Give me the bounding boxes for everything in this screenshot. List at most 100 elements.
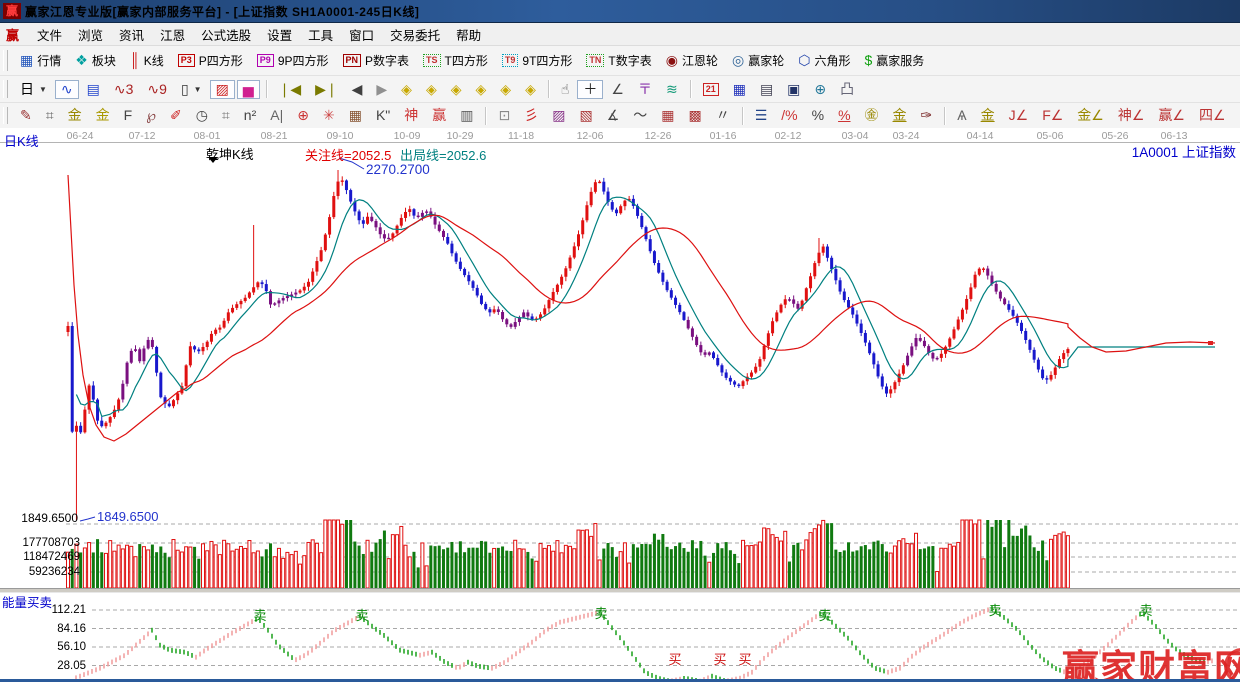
gantt-tool[interactable]: ☰ [749, 106, 774, 125]
gold-fence2-tool[interactable]: 金 [90, 106, 116, 125]
red-brush-tool[interactable]: ✐ [164, 106, 188, 125]
menu-item-6[interactable]: 设置 [259, 23, 300, 46]
gold-strike-tool[interactable]: 金 [975, 106, 1001, 125]
fence2-tool[interactable]: ⌗ [216, 106, 236, 125]
clock-tool[interactable]: ◷ [190, 106, 214, 125]
menu-item-8[interactable]: 窗口 [341, 23, 382, 46]
shen-fence-tool[interactable]: 神 [398, 106, 424, 125]
wave-chart-button[interactable]: ∿ [55, 80, 79, 99]
calculator-button[interactable]: ▦ [727, 80, 752, 99]
menu-item-10[interactable]: 帮助 [448, 23, 489, 46]
k-quote-tool[interactable]: K" [370, 106, 396, 125]
grid-box-tool[interactable]: ▦ [343, 106, 368, 125]
info-doc-button[interactable]: ▤ [81, 80, 106, 99]
candle-style-button[interactable]: ▯▼ [175, 80, 208, 99]
ninet-square-button[interactable]: T99T四方形 [496, 50, 579, 71]
zigzag-box-button[interactable]: ▨ [210, 80, 235, 99]
box-select-tool[interactable]: ⊡ [492, 106, 516, 125]
hexagon-button[interactable]: ⬡六角形 [792, 50, 856, 71]
j-angle-tool[interactable]: J∠ [1003, 106, 1035, 125]
angle-fan-tool[interactable]: ∡ [601, 106, 626, 125]
menu-item-7[interactable]: 工具 [300, 23, 341, 46]
menu-item-5[interactable]: 公式选股 [193, 23, 259, 46]
diamond-h-button[interactable]: ◈ [445, 80, 468, 99]
pct-tool[interactable]: % [806, 106, 830, 125]
angle-line-button[interactable]: ∠ [605, 80, 630, 99]
next-bar-button[interactable]: ▶ [370, 80, 393, 99]
t-number-button[interactable]: TNT数字表 [580, 50, 657, 71]
ruler-tool[interactable]: ▥ [454, 106, 479, 125]
chart-canvas[interactable]: 卖卖卖卖卖卖买买买 [0, 128, 1240, 682]
print-button[interactable]: 凸 [834, 80, 860, 99]
calendar-button[interactable]: 21 [697, 81, 725, 98]
ninep-square-button[interactable]: P99P四方形 [251, 50, 335, 71]
grid1-tool[interactable]: ▦ [655, 106, 680, 125]
indicator-title[interactable]: 能量买卖 [2, 592, 52, 611]
diamond-all-button[interactable]: ◈ [519, 80, 542, 99]
wave9-button[interactable]: ∿9 [141, 80, 173, 99]
menu-app-icon[interactable]: 赢 [6, 25, 19, 44]
grid2-tool[interactable]: ▩ [682, 106, 707, 125]
p-number-button[interactable]: PNP数字表 [337, 50, 416, 71]
pane-separator[interactable] [0, 588, 1240, 593]
histogram-button[interactable]: ▅ [237, 80, 260, 99]
n-squared-tool[interactable]: n² [238, 106, 262, 125]
first-bar-button[interactable]: ❘◀ [273, 80, 308, 99]
web-save-button[interactable]: ⊕ [808, 80, 832, 99]
winner-service-button[interactable]: $赢家服务 [858, 50, 930, 71]
win-box-tool[interactable]: 赢 [426, 106, 452, 125]
pen-tool[interactable]: ✎ [14, 106, 38, 125]
menu-item-9[interactable]: 交易委托 [382, 23, 448, 46]
period-day-button[interactable]: 日▼ [14, 80, 53, 99]
fan-box-tool[interactable]: ▨ [546, 106, 571, 125]
hand-button[interactable]: ☝ [555, 80, 576, 99]
diamond-right-button[interactable]: ◈ [420, 80, 443, 99]
fan-lines-tool[interactable]: 彡 [518, 106, 544, 125]
p-square-button[interactable]: P3P四方形 [172, 50, 249, 71]
toolbar-grip[interactable] [3, 50, 8, 70]
gold-angle-tool[interactable]: 金∠ [1071, 106, 1110, 125]
menu-item-2[interactable]: 浏览 [70, 23, 111, 46]
crosshair-button[interactable]: ＋ [577, 80, 603, 99]
winner-wheel-button[interactable]: ◎赢家轮 [726, 50, 790, 71]
chart-area[interactable]: 卖卖卖卖卖卖买买买 06-2407-1208-0108-2109-1010-09… [0, 128, 1240, 682]
wave-v-tool[interactable]: 〜 [627, 106, 653, 125]
win-angle-tool[interactable]: 赢∠ [1152, 106, 1191, 125]
menu-item-3[interactable]: 资讯 [111, 23, 152, 46]
brush-ink-tool[interactable]: ✑ [915, 106, 939, 125]
four-angle-tool[interactable]: 四∠ [1193, 106, 1232, 125]
sector-button[interactable]: ❖板块 [69, 50, 122, 71]
spiral-tool[interactable]: ℘ [140, 106, 162, 125]
notes-button[interactable]: ▤ [754, 80, 779, 99]
gann-wheel-button[interactable]: ◉江恩轮 [660, 50, 724, 71]
t-square-button[interactable]: TST四方形 [417, 50, 494, 71]
pct-line-tool[interactable]: /% [775, 106, 803, 125]
compass-tool[interactable]: ⊕ [291, 106, 315, 125]
gold-fence-tool[interactable]: 金 [62, 106, 88, 125]
toolbar-grip[interactable] [3, 107, 8, 125]
market-grid-button[interactable]: ▦行情 [14, 50, 67, 71]
shen-angle-tool[interactable]: 神∠ [1112, 106, 1151, 125]
f-fence-tool[interactable]: F [118, 106, 139, 125]
star-web-tool[interactable]: ✳ [317, 106, 341, 125]
wave3-button[interactable]: ∿3 [108, 80, 140, 99]
fan-box2-tool[interactable]: ▧ [573, 106, 598, 125]
pct-under-tool[interactable]: % [832, 106, 856, 125]
a-line-tool[interactable]: A| [264, 106, 289, 125]
diamond-x-button[interactable]: ◈ [470, 80, 493, 99]
gann-tool-button[interactable]: 〒 [632, 80, 658, 99]
kline-button[interactable]: ║K线 [124, 50, 170, 71]
toolbar-grip[interactable] [3, 80, 8, 98]
diamond-left-button[interactable]: ◈ [395, 80, 418, 99]
gold-under-tool[interactable]: 金 [887, 106, 913, 125]
f-angle-tool[interactable]: F∠ [1036, 106, 1069, 125]
save-button[interactable]: ▣ [781, 80, 806, 99]
green-wave-button[interactable]: ≋ [660, 80, 684, 99]
prev-bar-button[interactable]: ◀ [346, 80, 369, 99]
diamond-v-button[interactable]: ◈ [494, 80, 517, 99]
menu-item-4[interactable]: 江恩 [152, 23, 193, 46]
parallel-tool[interactable]: 〃 [710, 106, 736, 125]
last-bar-button[interactable]: ▶❘ [309, 80, 344, 99]
fence-tool[interactable]: ⌗ [40, 106, 60, 125]
menu-item-1[interactable]: 文件 [29, 23, 70, 46]
